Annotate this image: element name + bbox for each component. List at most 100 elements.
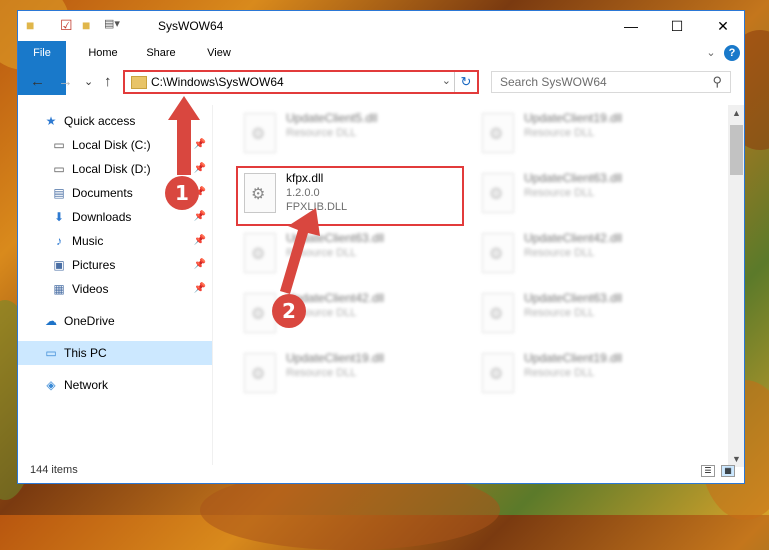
file-item[interactable]: UpdateClient63.dll Resource DLL <box>238 227 468 281</box>
callout-1: 1 <box>165 176 199 210</box>
help-icon[interactable]: ? <box>724 45 740 61</box>
file-item[interactable]: UpdateClient42.dll Resource DLL <box>476 227 706 281</box>
drive-icon: ▭ <box>53 138 65 152</box>
sidebar-item-quick-access[interactable]: ★ Quick access <box>18 109 212 133</box>
pin-icon: 📌 <box>193 235 206 246</box>
pin-icon: 📌 <box>193 211 206 222</box>
vertical-scrollbar[interactable]: ▲ ▼ <box>728 105 744 467</box>
sidebar-item-label: Downloads <box>72 210 132 224</box>
file-list: UpdateClient5.dll Resource DLL UpdateCli… <box>218 105 728 465</box>
recent-locations-button[interactable]: ⌄ <box>84 75 93 88</box>
search-icon[interactable]: ⚲ <box>712 74 722 90</box>
file-name: UpdateClient63.dll <box>286 231 385 245</box>
videos-icon: ▦ <box>53 282 65 296</box>
minimize-button[interactable]: — <box>608 11 654 41</box>
music-icon: ♪ <box>56 234 62 248</box>
pin-icon: 📌 <box>193 163 206 174</box>
scroll-up-icon[interactable]: ▲ <box>728 105 744 121</box>
file-description: Resource DLL <box>524 247 595 259</box>
details-view-icon[interactable]: ☰ <box>701 465 715 477</box>
sidebar-item-label: OneDrive <box>64 314 115 328</box>
expand-ribbon-icon[interactable]: ⌄ <box>702 41 720 65</box>
dll-file-icon <box>482 293 514 333</box>
file-item[interactable]: UpdateClient19.dll Resource DLL <box>476 107 706 161</box>
title-bar: ■ ☑ ■ ▤▾ SysWOW64 — ☐ ✕ <box>18 11 744 41</box>
sidebar-item-label: Network <box>64 378 109 392</box>
address-path[interactable]: C:\Windows\SysWOW64 <box>151 75 284 89</box>
status-bar: 144 items ☰ ▦ <box>18 461 744 483</box>
sidebar-item-label: This PC <box>64 346 107 360</box>
file-item[interactable]: UpdateClient19.dll Resource DLL <box>238 347 468 401</box>
folder-icon <box>131 76 147 89</box>
sidebar-item-label: Documents <box>72 186 133 200</box>
pin-icon: 📌 <box>193 139 206 150</box>
sidebar-item-videos[interactable]: ▦ Videos 📌 <box>18 277 212 301</box>
sidebar-item-network[interactable]: ◈ Network <box>18 373 212 397</box>
file-name: UpdateClient5.dll <box>286 111 378 125</box>
file-description: Resource DLL <box>524 367 595 379</box>
pin-icon: 📌 <box>193 259 206 270</box>
dll-file-icon <box>244 353 276 393</box>
properties-icon[interactable]: ☑ <box>60 17 73 34</box>
dll-file-icon <box>482 113 514 153</box>
sidebar-item-local-disk-c[interactable]: ▭ Local Disk (C:) 📌 <box>18 133 212 157</box>
maximize-button[interactable]: ☐ <box>654 11 700 41</box>
close-button[interactable]: ✕ <box>700 11 744 41</box>
large-icons-view-icon[interactable]: ▦ <box>721 465 735 477</box>
file-description: Resource DLL <box>286 367 357 379</box>
address-bar[interactable]: C:\Windows\SysWOW64 ⌄ ↻ <box>123 70 479 94</box>
tab-view[interactable]: View <box>196 41 242 65</box>
folder-icon: ■ <box>26 17 35 33</box>
sidebar-item-onedrive[interactable]: ☁ OneDrive <box>18 309 212 333</box>
sidebar-item-label: Local Disk (D:) <box>72 162 151 176</box>
search-placeholder: Search SysWOW64 <box>500 75 607 89</box>
tab-home[interactable]: Home <box>80 41 126 65</box>
address-dropdown-icon[interactable]: ⌄ <box>442 74 451 87</box>
dll-file-icon <box>244 233 276 273</box>
refresh-icon[interactable]: ↻ <box>454 72 477 92</box>
scrollbar-thumb[interactable] <box>730 125 743 175</box>
address-row: ← → ⌄ ↑ C:\Windows\SysWOW64 ⌄ ↻ Search S… <box>18 67 744 99</box>
explorer-window: ■ ☑ ■ ▤▾ SysWOW64 — ☐ ✕ File Home Share … <box>17 10 745 484</box>
file-item[interactable]: UpdateClient19.dll Resource DLL <box>476 347 706 401</box>
documents-icon: ▤ <box>53 186 65 200</box>
sidebar-item-label: Videos <box>72 282 109 296</box>
network-icon: ◈ <box>46 378 56 392</box>
file-item[interactable]: UpdateClient63.dll Resource DLL <box>476 167 706 221</box>
tab-share[interactable]: Share <box>138 41 184 65</box>
file-item[interactable]: UpdateClient63.dll Resource DLL <box>476 287 706 341</box>
file-name: UpdateClient42.dll <box>524 231 623 245</box>
window-title: SysWOW64 <box>158 19 224 33</box>
file-description: Resource DLL <box>286 127 357 139</box>
search-input[interactable]: Search SysWOW64 ⚲ <box>491 71 731 93</box>
dll-file-icon <box>482 233 514 273</box>
pc-icon: ▭ <box>45 346 57 360</box>
file-description: Resource DLL <box>524 127 595 139</box>
ribbon-tabs: File Home Share View ⌄ ? <box>18 41 744 95</box>
sidebar-item-pictures[interactable]: ▣ Pictures 📌 <box>18 253 212 277</box>
file-name: UpdateClient63.dll <box>524 291 623 305</box>
file-name: UpdateClient19.dll <box>524 351 623 365</box>
onedrive-icon: ☁ <box>45 314 57 328</box>
new-folder-icon[interactable]: ■ <box>82 17 90 33</box>
file-description: Resource DLL <box>524 187 595 199</box>
sidebar-item-music[interactable]: ♪ Music 📌 <box>18 229 212 253</box>
file-name: UpdateClient19.dll <box>524 111 623 125</box>
up-button[interactable]: ↑ <box>104 73 112 90</box>
pictures-icon: ▣ <box>53 258 65 272</box>
customize-toolbar-icon[interactable]: ▤▾ <box>104 17 120 30</box>
file-item[interactable]: UpdateClient5.dll Resource DLL <box>238 107 468 161</box>
forward-button[interactable]: → <box>58 73 73 90</box>
star-icon: ★ <box>45 114 57 128</box>
navigation-pane: ★ Quick access ▭ Local Disk (C:) 📌 ▭ Loc… <box>18 105 212 465</box>
pane-divider[interactable] <box>212 105 213 465</box>
sidebar-item-label: Music <box>72 234 104 248</box>
sidebar-item-label: Local Disk (C:) <box>72 138 151 152</box>
sidebar-item-label: Quick access <box>64 114 136 128</box>
drive-icon: ▭ <box>53 162 65 176</box>
dll-file-icon <box>482 353 514 393</box>
back-button[interactable]: ← <box>30 73 45 90</box>
sidebar-item-this-pc[interactable]: ▭ This PC <box>18 341 212 365</box>
file-description: Resource DLL <box>286 247 357 259</box>
pin-icon: 📌 <box>193 283 206 294</box>
